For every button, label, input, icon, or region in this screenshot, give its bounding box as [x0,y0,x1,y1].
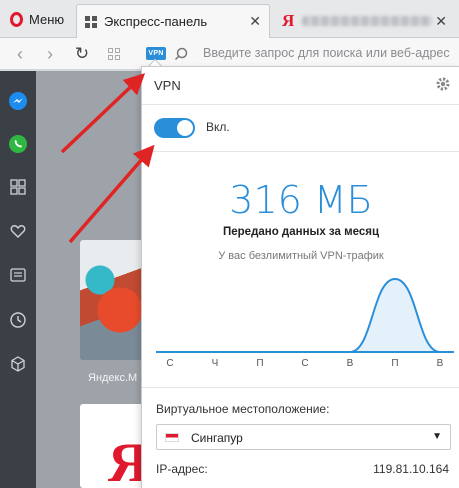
address-input[interactable]: Введите запрос для поиска или веб-адрес [203,46,450,60]
tab-bar: Меню Экспресс-панель ✕ Я ✕ [0,0,459,38]
speed-dial-icon[interactable] [8,177,28,197]
speed-dial-icon[interactable] [108,48,120,60]
chart-tick-label: Ч [211,358,219,369]
divider [142,151,459,152]
tile-thumbnail [80,240,146,360]
ip-value: 119.81.10.164 [373,462,449,476]
chart-x-axis: СЧПСВПВ [156,358,454,372]
unlimited-note: У вас безлимитный VPN-трафик [218,250,384,262]
traffic-caption: Передано данных за месяц [222,226,380,238]
vpn-toggle-label: Вкл. [206,120,230,134]
vpn-toggle[interactable] [154,118,195,138]
chart-point-4 [349,351,351,353]
chart-point-3 [304,351,306,353]
tab-title: Экспресс-панель [104,14,208,29]
tab-close-icon[interactable]: ✕ [435,13,447,30]
singapore-flag-icon [165,433,179,442]
extensions-icon[interactable] [8,354,28,374]
location-value: Сингапур [191,431,243,445]
forward-icon[interactable]: › [39,44,61,64]
speed-dial-tab-icon [85,15,97,28]
chart-tick-label: В [436,358,444,369]
messenger-icon[interactable] [8,91,28,111]
yandex-tab-icon: Я [282,11,295,30]
chart-tick-label: П [391,358,399,369]
vpn-popup-title: VPN [154,78,181,93]
search-icon [174,47,188,61]
opera-logo-icon [10,11,23,27]
traffic-amount: 316 МБ [229,178,373,222]
divider [142,104,459,105]
tab-close-icon[interactable]: ✕ [249,13,261,30]
opera-menu-button[interactable]: Меню [0,0,76,38]
vpn-popup: VPN Вкл. 316 МБ Передано данных за месяц… [141,66,459,488]
tile-label: Яндекс.М [88,372,138,384]
divider [142,387,459,388]
heart-icon[interactable] [8,221,28,241]
gear-icon[interactable] [435,76,451,92]
chart-tick-label: П [256,358,264,369]
chart-point-0 [169,351,171,353]
history-icon[interactable] [8,310,28,330]
chart-point-1 [214,351,216,353]
menu-label: Меню [29,11,65,27]
location-select[interactable]: Сингапур ▼ [156,424,451,450]
chevron-down-icon: ▼ [432,431,442,442]
vpn-badge-button[interactable]: VPN [146,47,166,60]
chart-tick-label: С [166,358,174,369]
chart-point-5 [394,278,396,280]
chart-point-6 [439,351,441,353]
news-icon[interactable] [8,265,28,285]
whatsapp-icon[interactable] [8,134,28,154]
blurred-tab-title [302,16,433,26]
back-icon[interactable]: ‹ [9,44,31,64]
tab-speed-dial[interactable]: Экспресс-панель ✕ [76,4,270,38]
chart-tick-label: С [301,358,309,369]
chart-point-2 [259,351,261,353]
sidebar [0,71,36,488]
location-label: Виртуальное местоположение: [156,402,330,416]
ip-label: IP-адрес: [156,462,208,476]
chart-tick-label: В [346,358,354,369]
toggle-knob [177,120,193,136]
chart-area-fill [156,279,454,352]
speed-dial-tile-yandex-market[interactable] [80,240,146,360]
tab-yandex[interactable]: Я ✕ [274,4,459,38]
reload-icon[interactable]: ↻ [71,44,93,64]
